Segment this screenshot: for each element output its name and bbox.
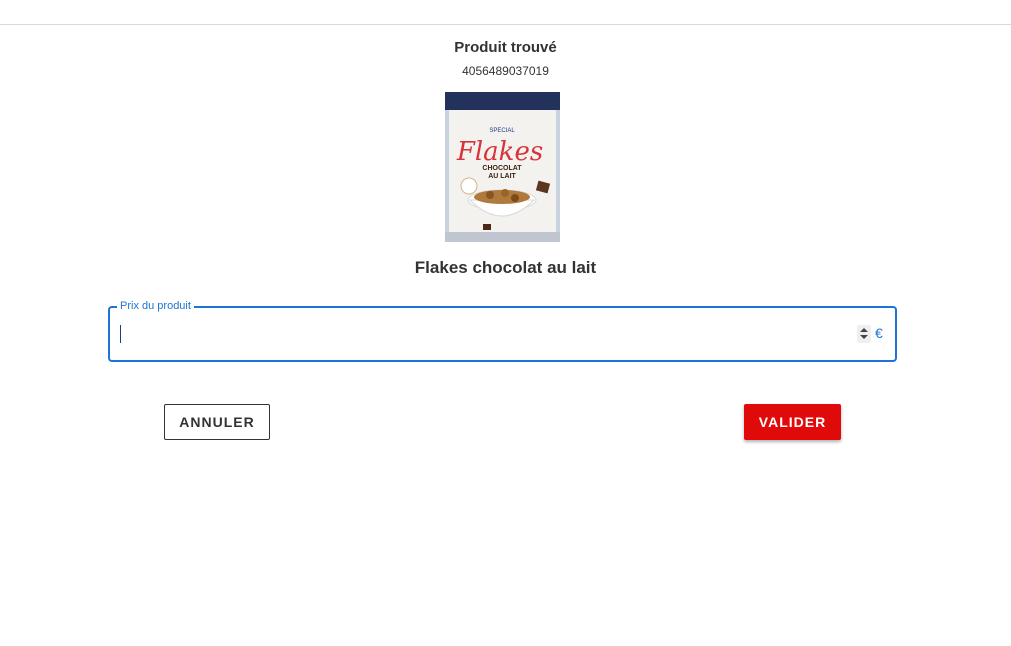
product-barcode: 4056489037019 bbox=[462, 64, 549, 78]
spinner-up-icon[interactable] bbox=[860, 328, 868, 332]
price-field-label: Prix du produit bbox=[117, 300, 194, 312]
box-brand-text: SPECIAL bbox=[489, 128, 515, 134]
box-subtitle-2: AU LAIT bbox=[488, 173, 516, 180]
product-name: Flakes chocolat au lait bbox=[414, 258, 597, 277]
cancel-button[interactable]: ANNULER bbox=[164, 404, 270, 440]
spinner-down-icon[interactable] bbox=[860, 335, 868, 339]
submit-button[interactable]: VALIDER bbox=[744, 404, 841, 440]
box-subtitle-1: CHOCOLAT bbox=[482, 165, 522, 172]
text-caret bbox=[120, 325, 121, 343]
box-title-text: Flakes bbox=[456, 137, 543, 167]
price-spinner[interactable] bbox=[857, 325, 871, 343]
currency-symbol: € bbox=[875, 325, 883, 341]
product-image: SPECIAL Flakes CHOCOLAT AU LAIT bbox=[445, 92, 560, 242]
price-input[interactable] bbox=[126, 320, 846, 348]
page-title: Produit trouvé bbox=[454, 39, 557, 56]
top-bar bbox=[0, 0, 1011, 25]
